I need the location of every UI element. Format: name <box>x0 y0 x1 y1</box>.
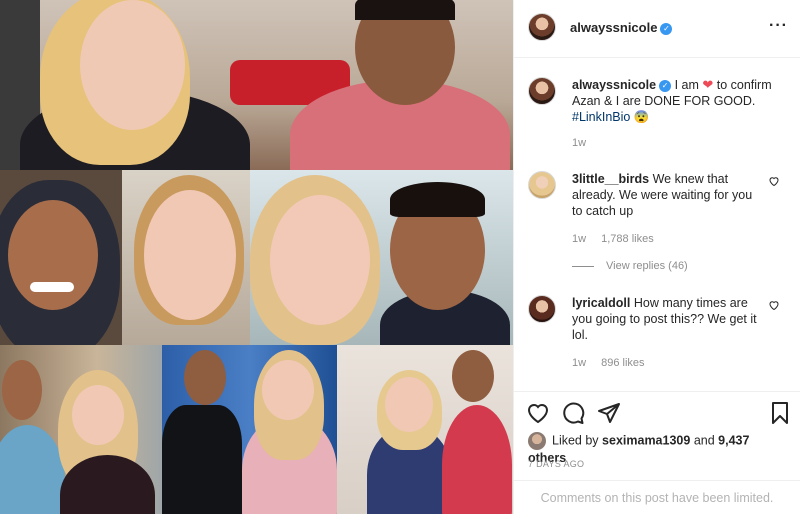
photo-couple-top <box>0 0 513 170</box>
caption-username[interactable]: alwayssnicole <box>572 78 656 92</box>
fearful-emoji-icon: 😨 <box>633 110 650 124</box>
comment-username[interactable]: lyricaldoll <box>572 296 630 310</box>
view-replies-label: View replies (46) <box>606 260 688 272</box>
verified-badge-icon: ✓ <box>660 23 673 35</box>
comment-time[interactable]: 1w <box>572 357 586 369</box>
like-comment-heart-icon[interactable] <box>768 299 780 311</box>
post-caption: alwayssnicole ✓ I am ❤ to confirm Azan & … <box>528 77 786 149</box>
post-header: alwayssnicole ✓ ··· <box>514 0 800 58</box>
comments-section: alwayssnicole ✓ I am ❤ to confirm Azan & … <box>514 59 800 391</box>
like-comment-heart-icon[interactable] <box>768 175 780 187</box>
caption-time[interactable]: 1w <box>572 137 586 149</box>
heart-emoji-icon: ❤ <box>702 77 714 92</box>
caption-hashtag[interactable]: #LinkInBio <box>572 110 630 124</box>
photo-wall-couple <box>337 345 513 514</box>
comment-username[interactable]: 3little__birds <box>572 172 649 186</box>
save-bookmark-icon[interactable] <box>768 401 792 425</box>
photo-street-couple <box>0 345 162 514</box>
liked-by-prefix: Liked by <box>552 433 599 448</box>
post-image-collage[interactable] <box>0 0 513 514</box>
comment-item: 3little__birds We knew that already. We … <box>528 171 786 245</box>
avatar[interactable] <box>528 77 556 105</box>
photo-selfie-woman <box>122 170 250 345</box>
replies-divider <box>572 265 594 267</box>
verified-badge-icon: ✓ <box>659 80 672 92</box>
avatar[interactable] <box>528 295 556 323</box>
comment-likes[interactable]: 896 likes <box>601 357 644 369</box>
photo-blue-door-couple <box>162 345 337 514</box>
like-heart-icon[interactable] <box>526 401 550 425</box>
liked-by-and: and <box>693 433 715 448</box>
post-author-username[interactable]: alwayssnicole <box>570 20 657 35</box>
comment-item: lyricaldoll How many times are you going… <box>528 295 786 369</box>
share-paper-plane-icon[interactable] <box>597 401 621 425</box>
view-replies-button[interactable]: View replies (46) <box>572 260 688 272</box>
more-options-icon[interactable]: ··· <box>769 17 788 35</box>
photo-selfie-man <box>0 170 122 345</box>
comment-likes[interactable]: 1,788 likes <box>601 233 654 245</box>
post-panel: alwayssnicole ✓ ··· alwayssnicole ✓ I am ❤… <box>513 0 800 514</box>
caption-text-prefix: I am <box>674 78 699 92</box>
avatar[interactable] <box>528 13 556 41</box>
photo-selfie-couple <box>250 170 513 345</box>
comments-limited-notice: Comments on this post have been limited. <box>514 480 800 514</box>
post-date[interactable]: 7 DAYS AGO <box>528 459 584 469</box>
liked-by-user[interactable]: seximama1309 <box>602 433 690 447</box>
liker-avatar[interactable] <box>528 432 546 450</box>
comment-bubble-icon[interactable] <box>561 401 585 425</box>
post-actions: Liked by seximama1309 and 9,437 others 7… <box>514 391 800 514</box>
comment-time[interactable]: 1w <box>572 233 586 245</box>
avatar[interactable] <box>528 171 556 199</box>
